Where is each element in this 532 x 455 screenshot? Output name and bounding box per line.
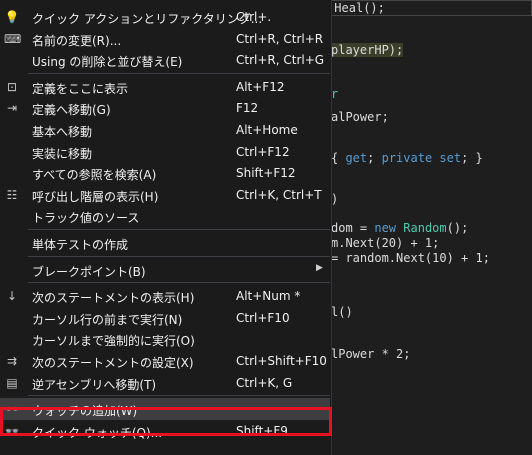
context-menu: 💡 クイック アクションとリファクタリング... Ctrl+. ⌨ 名前の変更(R)..… <box>0 0 332 455</box>
menu-item-shortcut: Ctrl+R, Ctrl+G <box>236 53 325 68</box>
peek-definition-icon: ⊡ <box>6 79 18 94</box>
menu-item-shortcut: Alt+F12 <box>236 79 285 94</box>
code-token: set <box>439 151 462 165</box>
menu-separator <box>28 229 330 230</box>
menu-item-track-value-source[interactable]: トラック値のソース <box>0 205 330 227</box>
menu-item-label: Using の削除と並び替え(E) <box>32 55 183 70</box>
menu-item-shortcut: Ctrl+. <box>236 10 272 24</box>
lightbulb-icon: 💡 <box>4 10 20 24</box>
menu-item-shortcut: Ctrl+F12 <box>236 144 290 159</box>
menu-item-shortcut: Ctrl+F10 <box>236 310 290 325</box>
menu-item-label: カーソルまで強制的に実行(O) <box>32 334 195 349</box>
menu-item-peek-definition[interactable]: ⊡ 定義をここに表示 Alt+F12 <box>0 76 330 98</box>
code-token: playerHP); <box>331 43 404 57</box>
set-next-statement-icon: ⇉ <box>6 354 18 368</box>
menu-item-go-to-base[interactable]: 基本へ移動 Alt+Home <box>0 119 330 141</box>
go-to-definition-icon: ⇥ <box>6 101 18 116</box>
menu-separator <box>28 72 330 74</box>
menu-item-label: 逆アセンブリへ移動(T) <box>32 377 157 392</box>
code-line: m.Next(20) + 1; <box>331 236 439 250</box>
code-line: = random.Next(10) + 1; <box>331 251 490 265</box>
menu-separator <box>28 395 330 397</box>
menu-separator <box>28 282 330 284</box>
code-token: (); <box>446 221 469 235</box>
menu-item-shortcut: Ctrl+K, Ctrl+T <box>236 187 322 202</box>
menu-item-shortcut: Shift+F12 <box>236 166 296 181</box>
menu-item-force-run-to-cursor[interactable]: カーソルまで強制的に実行(O) <box>0 328 330 350</box>
code-token: alPower; <box>331 110 389 124</box>
menu-item-shortcut: Ctrl+Shift+F10 <box>236 354 327 368</box>
menu-separator <box>28 255 330 257</box>
code-token: Random <box>403 221 447 235</box>
menu-item-go-to-implementation[interactable]: 実装に移動 Ctrl+F12 <box>0 141 330 163</box>
code-line: dom = new Random(); <box>331 221 468 235</box>
menu-item-find-all-references[interactable]: すべての参照を検索(A) Shift+F12 <box>0 162 330 184</box>
menu-item-create-unit-tests[interactable]: 単体テストの作成 <box>0 232 330 254</box>
menu-item-shortcut: Ctrl+K, G <box>236 375 293 390</box>
code-token: new <box>374 221 397 235</box>
code-line: r <box>331 87 338 101</box>
menu-item-label: 次のステートメントの設定(X) <box>32 356 194 370</box>
menu-item-label: カーソル行の前まで実行(N) <box>32 312 183 327</box>
menu-item-shortcut: Alt+Num * <box>236 289 301 304</box>
code-token: .Heal(); <box>327 1 385 15</box>
code-token: m.Next(20) + 1; <box>331 236 440 250</box>
menu-item-label: すべての参照を検索(A) <box>32 168 157 183</box>
menu-item-view-call-hierarchy[interactable]: ☷ 呼び出し階層の表示(H) Ctrl+K, Ctrl+T <box>0 184 330 206</box>
menu-item-quick-actions[interactable]: 💡 クイック アクションとリファクタリング... Ctrl+. <box>0 6 330 28</box>
code-token: r <box>331 87 339 101</box>
menu-item-label: 実装に移動 <box>32 146 93 161</box>
menu-item-label: 単体テストの作成 <box>32 238 129 252</box>
menu-item-go-to-disassembly[interactable]: ▤ 逆アセンブリへ移動(T) Ctrl+K, G <box>0 372 330 394</box>
code-token: lPower * 2; <box>331 347 411 361</box>
menu-item-shortcut: Ctrl+R, Ctrl+R <box>236 31 324 46</box>
menu-item-set-next-statement[interactable]: ⇉ 次のステートメントの設定(X) Ctrl+Shift+F10 <box>0 350 330 372</box>
call-hierarchy-icon: ☷ <box>6 187 18 202</box>
menu-item-rename[interactable]: ⌨ 名前の変更(R)... Ctrl+R, Ctrl+R <box>0 28 330 50</box>
menu-item-label: トラック値のソース <box>32 211 140 226</box>
disassembly-icon: ▤ <box>6 375 18 390</box>
menu-item-label: 基本へ移動 <box>32 125 93 139</box>
menu-item-label: 定義へ移動(G) <box>32 103 111 118</box>
code-token: private <box>381 151 433 165</box>
selection-highlight-box <box>0 407 332 436</box>
menu-item-remove-sort-usings[interactable]: Using の削除と並び替え(E) Ctrl+R, Ctrl+G <box>0 49 330 71</box>
menu-item-breakpoint[interactable]: ブレークポイント(B) ▶ <box>0 259 330 281</box>
code-token: ; } <box>461 151 483 165</box>
code-line: ) <box>331 192 338 206</box>
code-line: lPower * 2; <box>331 347 410 361</box>
menu-item-label: 定義をここに表示 <box>32 81 129 96</box>
menu-item-show-next-statement[interactable]: ↓ 次のステートメントの表示(H) Alt+Num * <box>0 285 330 307</box>
code-token: { <box>331 151 346 165</box>
menu-item-label: クイック アクションとリファクタリング... <box>32 12 263 26</box>
rename-icon: ⌨ <box>4 31 22 46</box>
code-line: alPower; <box>331 110 389 124</box>
code-token: dom = <box>331 221 375 235</box>
menu-item-label: 呼び出し階層の表示(H) <box>32 189 159 204</box>
menu-item-shortcut: F12 <box>236 101 259 116</box>
down-arrow-icon: ↓ <box>6 289 18 304</box>
menu-item-go-to-definition[interactable]: ⇥ 定義へ移動(G) F12 <box>0 97 330 119</box>
code-token: get <box>345 151 368 165</box>
code-token: ) <box>331 192 339 206</box>
code-token: ; <box>367 151 382 165</box>
code-token: = random.Next(10) + 1; <box>331 251 490 265</box>
menu-item-label: 次のステートメントの表示(H) <box>32 291 195 306</box>
menu-item-label: 名前の変更(R)... <box>32 33 122 48</box>
menu-item-label: ブレークポイント(B) <box>32 264 146 279</box>
menu-item-shortcut: Alt+Home <box>236 123 298 137</box>
submenu-arrow-icon: ▶ <box>316 262 323 273</box>
code-line: l() <box>331 305 353 319</box>
menu-item-run-to-cursor[interactable]: カーソル行の前まで実行(N) Ctrl+F10 <box>0 307 330 329</box>
code-line: { get; private set; } <box>331 151 483 165</box>
code-line: playerHP); <box>331 43 404 57</box>
code-token: l() <box>331 305 353 319</box>
